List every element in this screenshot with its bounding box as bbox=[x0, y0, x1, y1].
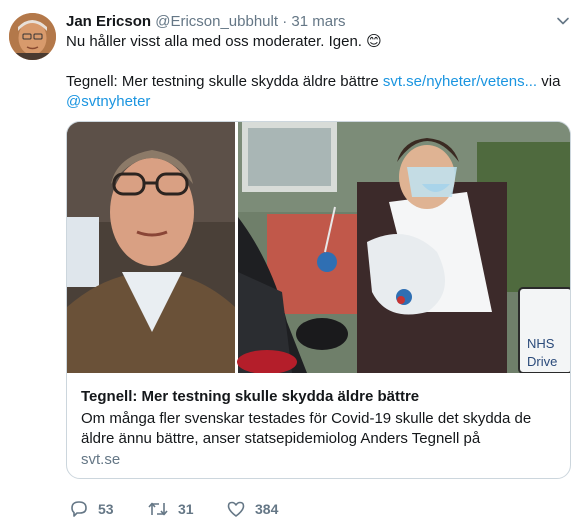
author-avatar[interactable] bbox=[9, 13, 56, 60]
retweet-count: 31 bbox=[178, 501, 194, 517]
card-domain: svt.se bbox=[81, 451, 121, 468]
like-button[interactable]: 384 bbox=[227, 498, 278, 520]
link-card[interactable]: NHS Drive Tegnell: Mer testning skulle s… bbox=[66, 121, 571, 479]
tweet-url-link[interactable]: svt.se/nyheter/vetens... bbox=[383, 73, 537, 90]
author-name[interactable]: Jan Ericson bbox=[66, 13, 151, 30]
tweet-header: Jan Ericson @Ericson_ubbhult · 31 mars bbox=[66, 13, 346, 31]
tweet-text-line-1: Nu håller visst alla med oss moderater. … bbox=[66, 33, 382, 50]
author-handle[interactable]: @Ericson_ubbhult bbox=[155, 13, 278, 30]
reply-count: 53 bbox=[98, 501, 114, 517]
like-icon bbox=[227, 501, 245, 517]
avatar-image bbox=[9, 13, 56, 60]
chevron-down-icon[interactable] bbox=[556, 14, 570, 28]
card-description: Om många fler svenskar testades för Covi… bbox=[81, 410, 532, 447]
card-image: NHS Drive bbox=[67, 122, 570, 373]
nhs-sign-text: NHS bbox=[527, 336, 555, 351]
header-separator: · bbox=[282, 13, 288, 30]
tweet-text-line-2: Tegnell: Mer testning skulle skydda äldr… bbox=[66, 72, 560, 92]
like-count: 384 bbox=[255, 501, 279, 517]
tweet-text-via: via bbox=[537, 73, 561, 90]
tweet-text-headline: Tegnell: Mer testning skulle skydda äldr… bbox=[66, 73, 383, 90]
reply-icon bbox=[71, 501, 87, 517]
drive-sign-text: Drive bbox=[527, 354, 557, 369]
mention-link[interactable]: @svtnyheter bbox=[66, 92, 150, 112]
reply-button[interactable]: 53 bbox=[70, 498, 114, 520]
retweet-icon bbox=[148, 502, 168, 516]
card-title: Tegnell: Mer testning skulle skydda äldr… bbox=[81, 388, 420, 405]
retweet-button[interactable]: 31 bbox=[148, 498, 194, 520]
tweet-date[interactable]: 31 mars bbox=[291, 13, 345, 30]
